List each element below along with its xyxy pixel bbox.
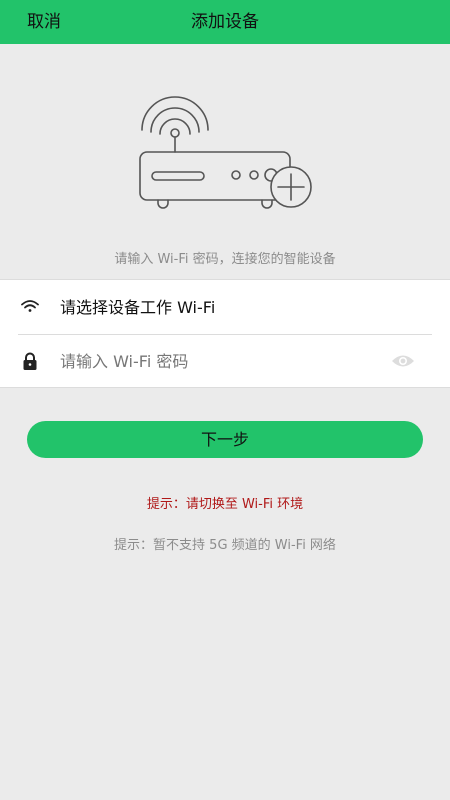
- wifi-icon: [21, 300, 39, 312]
- cancel-button[interactable]: 取消: [27, 0, 61, 44]
- wifi-select-label: 请选择设备工作 Wi-Fi: [60, 298, 216, 317]
- router-add-icon: [139, 96, 312, 209]
- next-button[interactable]: 下一步: [27, 421, 423, 458]
- eye-icon[interactable]: [391, 353, 415, 369]
- top-bar: 添加设备 取消: [0, 0, 450, 44]
- wifi-select-row[interactable]: 请选择设备工作 Wi-Fi: [0, 280, 450, 334]
- password-input[interactable]: [60, 347, 380, 375]
- password-row: [0, 334, 450, 388]
- switch-wifi-tip: 提示：请切换至 Wi-Fi 环境: [146, 497, 304, 512]
- wifi-form: 请选择设备工作 Wi-Fi: [0, 279, 450, 388]
- no-5g-tip: 提示：暂不支持 5G 频道的 Wi-Fi 网络: [114, 538, 336, 553]
- connect-hint: 请输入 Wi-Fi 密码，连接您的智能设备: [114, 252, 336, 267]
- page-title: 添加设备: [191, 12, 259, 32]
- lock-icon: [23, 352, 37, 370]
